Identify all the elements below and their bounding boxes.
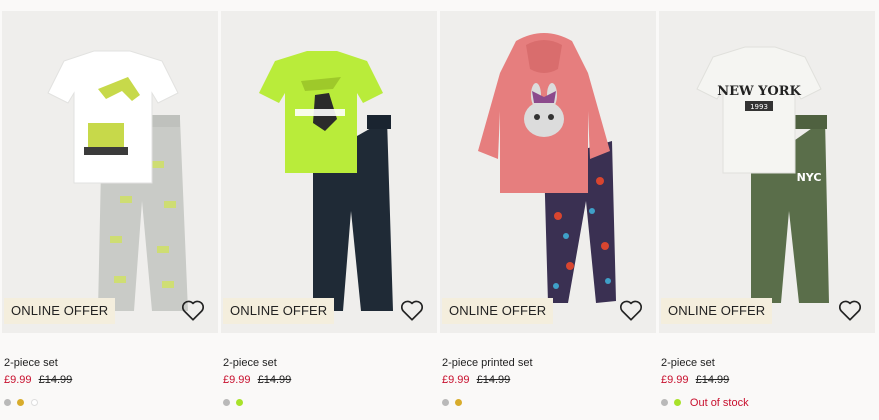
product-grid: ONLINE OFFER 2-piece set £9.99 £14.99 ON…: [0, 0, 879, 420]
color-swatch[interactable]: [30, 399, 38, 407]
color-swatch[interactable]: [674, 399, 682, 407]
product-card[interactable]: ONLINE OFFER 2-piece set £9.99 £14.99: [221, 11, 437, 420]
tshirt-print-text: NEW YORK: [717, 84, 801, 99]
sale-price: £9.99: [442, 374, 470, 386]
sale-price: £9.99: [4, 374, 32, 386]
product-image[interactable]: ONLINE OFFER: [440, 11, 656, 333]
product-card[interactable]: ONLINE OFFER 2-piece printed set £9.99 £…: [440, 11, 656, 420]
product-card[interactable]: NYC NEW YORK 1993 ONLINE OFFER 2-piece s…: [659, 11, 875, 420]
product-prices: £9.99 £14.99: [442, 374, 510, 386]
original-price: £14.99: [257, 374, 292, 386]
color-swatches: [223, 394, 245, 407]
original-price: £14.99: [695, 374, 730, 386]
product-title[interactable]: 2-piece set: [223, 357, 277, 369]
color-swatch[interactable]: [442, 399, 449, 407]
color-swatch[interactable]: [4, 399, 11, 407]
product-prices: £9.99 £14.99: [4, 374, 72, 386]
color-swatch[interactable]: [223, 399, 230, 407]
product-image[interactable]: NYC NEW YORK 1993 ONLINE OFFER: [659, 11, 875, 333]
favorite-heart-icon[interactable]: [399, 297, 425, 323]
color-swatch[interactable]: [17, 399, 25, 407]
color-swatches: [4, 394, 40, 407]
sale-price: £9.99: [661, 374, 689, 386]
original-price: £14.99: [38, 374, 73, 386]
product-image[interactable]: ONLINE OFFER: [2, 11, 218, 333]
online-offer-badge: ONLINE OFFER: [223, 298, 335, 324]
original-price: £14.99: [476, 374, 511, 386]
product-photo-hoodie-leggings-bunny: [478, 33, 616, 303]
color-swatch[interactable]: [455, 399, 463, 407]
online-offer-badge: ONLINE OFFER: [661, 298, 773, 324]
color-swatch[interactable]: [661, 399, 668, 407]
online-offer-badge: ONLINE OFFER: [442, 298, 554, 324]
product-photo-tshirt-joggers-lime: [259, 51, 393, 311]
sale-price: £9.99: [223, 374, 251, 386]
product-title[interactable]: 2-piece set: [4, 357, 58, 369]
color-swatches: Out of stock: [661, 394, 749, 409]
product-photo-tshirt-joggers-new-york: NYC NEW YORK 1993: [696, 46, 829, 303]
joggers-print-text: NYC: [797, 171, 822, 184]
tshirt-print-year: 1993: [750, 103, 768, 111]
product-title[interactable]: 2-piece set: [661, 357, 715, 369]
favorite-heart-icon[interactable]: [180, 297, 206, 323]
out-of-stock-label: Out of stock: [689, 396, 749, 409]
favorite-heart-icon[interactable]: [837, 297, 863, 323]
favorite-heart-icon[interactable]: [618, 297, 644, 323]
product-title[interactable]: 2-piece printed set: [442, 357, 533, 369]
color-swatch[interactable]: [236, 399, 244, 407]
product-prices: £9.99 £14.99: [223, 374, 291, 386]
product-card[interactable]: ONLINE OFFER 2-piece set £9.99 £14.99: [2, 11, 218, 420]
product-photo-tshirt-joggers-digger: [47, 50, 188, 311]
color-swatches: [442, 394, 464, 407]
online-offer-badge: ONLINE OFFER: [4, 298, 116, 324]
product-image[interactable]: ONLINE OFFER: [221, 11, 437, 333]
product-prices: £9.99 £14.99: [661, 374, 729, 386]
